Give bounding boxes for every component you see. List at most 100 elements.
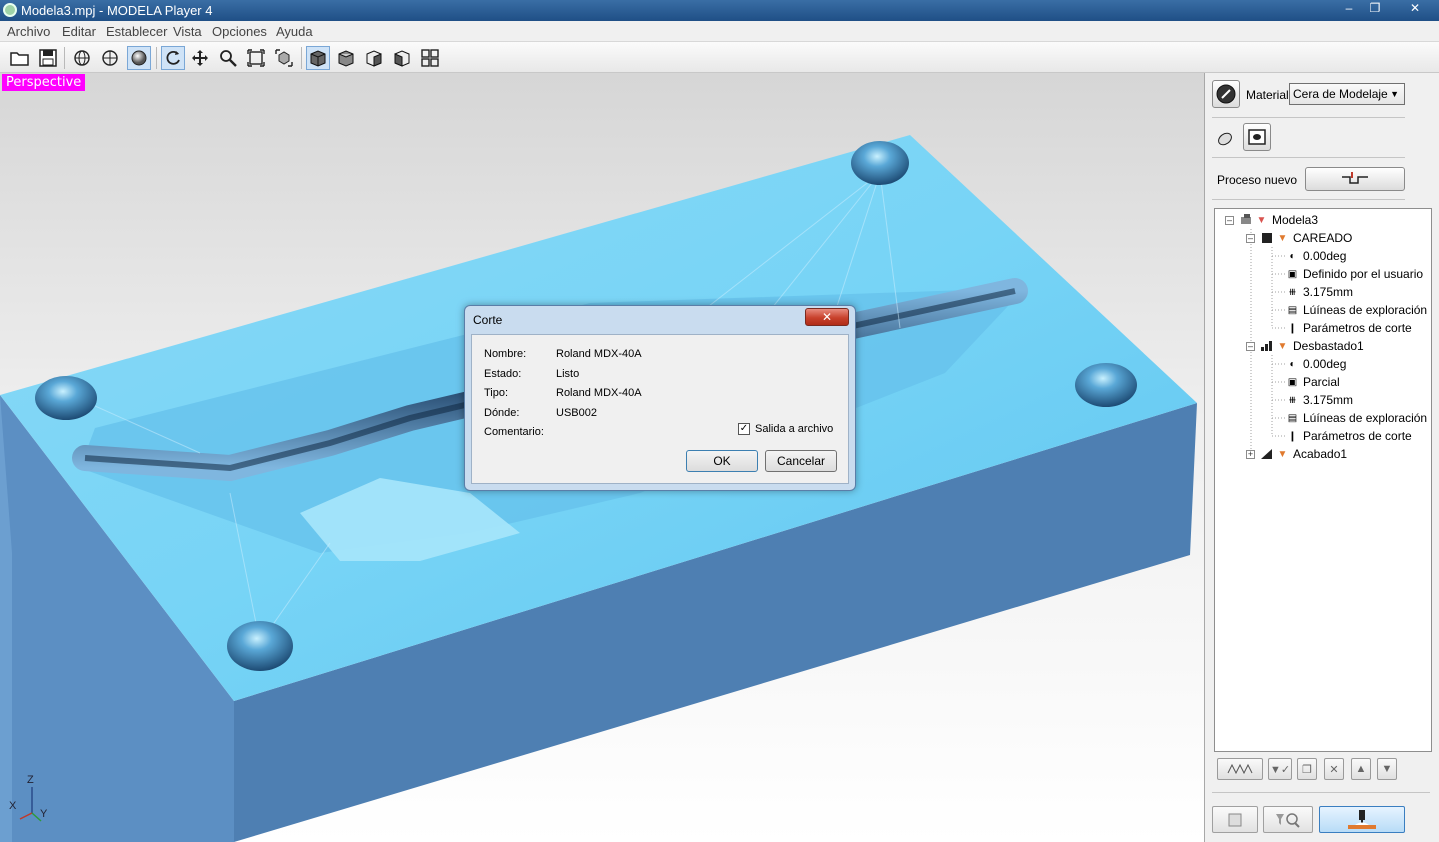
toolpath-preview-button[interactable]	[1217, 758, 1263, 780]
tree-item-area[interactable]: ▣ Parcial	[1287, 373, 1340, 391]
divider	[1212, 157, 1405, 158]
donde-value: USB002	[556, 407, 597, 419]
tree-item-params[interactable]: ❙ Parámetros de corte	[1287, 427, 1411, 445]
cut-button[interactable]	[1319, 806, 1405, 833]
menu-archivo[interactable]: Archivo	[7, 24, 50, 39]
open-folder-icon[interactable]	[8, 46, 32, 70]
cut-preview-button[interactable]	[1212, 806, 1258, 833]
salida-archivo-checkbox[interactable]: ✓ Salida a archivo	[738, 423, 833, 435]
menu-ayuda[interactable]: Ayuda	[276, 24, 313, 39]
move-down-icon[interactable]: ▼	[1377, 758, 1397, 780]
close-window-button[interactable]: ✕	[1394, 0, 1436, 18]
collapse-careado-toggle[interactable]: –	[1246, 234, 1255, 243]
tree-item-area[interactable]: ▣ Definido por el usuario	[1287, 265, 1423, 283]
roughing-icon	[1261, 341, 1272, 352]
solid-sphere-icon[interactable]	[127, 46, 151, 70]
angle-icon: ◐	[1289, 358, 1296, 370]
tree-item-desbastado[interactable]: ▼ Desbastado1	[1261, 337, 1364, 355]
desbastado-area: Parcial	[1303, 375, 1340, 389]
menu-opciones[interactable]: Opciones	[212, 24, 267, 39]
view-iso-cube-icon[interactable]	[306, 46, 330, 70]
material-select-value: Cera de Modelaje	[1293, 87, 1388, 101]
corte-dialog: Corte ✕ Nombre: Roland MDX-40A Estado: L…	[464, 305, 856, 491]
tool-diameter-icon: ⧻	[1288, 394, 1297, 406]
delete-icon[interactable]: ✕	[1324, 758, 1344, 780]
tree-item-scanlines[interactable]: ▤ Lúíneas de exploración	[1287, 301, 1427, 319]
new-process-label: Proceso nuevo	[1217, 173, 1298, 187]
menu-editar[interactable]: Editar	[62, 24, 96, 39]
tree-root-modela3[interactable]: ▼ Modela3	[1240, 211, 1318, 229]
menu-establecer[interactable]: Establecer	[106, 24, 167, 39]
maximize-button[interactable]: ❐	[1362, 0, 1388, 18]
material-settings-button[interactable]	[1212, 80, 1240, 108]
estado-label: Estado:	[484, 368, 522, 380]
tree-item-scanlines[interactable]: ▤ Lúíneas de exploración	[1287, 409, 1427, 427]
preview-search-button[interactable]	[1263, 806, 1313, 833]
workpiece-icon[interactable]	[1243, 123, 1271, 151]
material-select[interactable]: Cera de Modelaje ▼	[1289, 83, 1405, 105]
desbastado-angle: 0.00deg	[1303, 357, 1347, 371]
careado-params: Parámetros de corte	[1303, 321, 1412, 335]
surface-globe-icon[interactable]	[98, 46, 122, 70]
nombre-label: Nombre:	[484, 348, 527, 360]
divider	[1212, 117, 1405, 118]
process-options-button[interactable]: ▼✓	[1268, 758, 1292, 780]
toolbar-separator	[64, 47, 65, 69]
app-icon	[3, 3, 17, 17]
desbastado-label: Desbastado1	[1293, 339, 1364, 353]
minimize-button[interactable]: –	[1336, 0, 1362, 18]
tipo-value: Roland MDX-40A	[556, 387, 642, 399]
wireframe-globe-icon[interactable]	[70, 46, 94, 70]
toolbar	[0, 42, 1439, 73]
zoom-box-icon[interactable]	[272, 46, 296, 70]
tree-item-params[interactable]: ❙ Parámetros de corte	[1287, 319, 1412, 337]
collapse-desbastado-toggle[interactable]: –	[1246, 342, 1255, 351]
view-side-cube-icon[interactable]	[390, 46, 414, 70]
axis-y-label: Y	[40, 808, 48, 820]
careado-area: Definido por el usuario	[1303, 267, 1424, 281]
zoom-icon[interactable]	[216, 46, 240, 70]
machine-icon	[1240, 214, 1251, 226]
copy-icon[interactable]: ❐	[1297, 758, 1317, 780]
zoom-fit-icon[interactable]	[244, 46, 268, 70]
expand-acabado-toggle[interactable]: +	[1246, 450, 1255, 459]
tree-item-acabado[interactable]: ▼ Acabado1	[1261, 445, 1347, 463]
parameters-icon: ❙	[1288, 322, 1297, 334]
cancel-button[interactable]: Cancelar	[765, 450, 837, 472]
nombre-value: Roland MDX-40A	[556, 348, 642, 360]
process-panel: Material Cera de Modelaje ▼ Proceso nuev…	[1206, 73, 1439, 842]
tree-item-angle[interactable]: ◐ 0.00deg	[1287, 355, 1346, 373]
tool-icon[interactable]	[1211, 124, 1239, 152]
acabado-label: Acabado1	[1293, 447, 1348, 461]
finishing-icon	[1261, 449, 1272, 460]
tree-item-tool[interactable]: ⧻ 3.175mm	[1287, 391, 1353, 409]
four-views-icon[interactable]	[418, 46, 442, 70]
view-top-cube-icon[interactable]	[334, 46, 358, 70]
tree-item-angle[interactable]: ◐ 0.00deg	[1287, 247, 1346, 265]
checkbox-check-icon: ✓	[738, 423, 750, 435]
ok-button[interactable]: OK	[686, 450, 758, 472]
dialog-close-button[interactable]: ✕	[805, 308, 849, 326]
donde-label: Dónde:	[484, 407, 520, 419]
view-front-cube-icon[interactable]	[362, 46, 386, 70]
view-mode-label: Perspective	[2, 74, 86, 91]
menu-bar: Archivo Editar Establecer Vista Opciones…	[0, 21, 1439, 42]
desbastado-tool: 3.175mm	[1303, 393, 1354, 407]
tree-item-careado[interactable]: ▼ CAREADO	[1261, 229, 1352, 247]
save-icon[interactable]	[36, 46, 60, 70]
scanlines-icon: ▤	[1287, 304, 1298, 316]
toolbar-separator	[301, 47, 302, 69]
facing-square-icon	[1261, 233, 1272, 244]
tree-item-tool[interactable]: ⧻ 3.175mm	[1287, 283, 1353, 301]
menu-vista[interactable]: Vista	[173, 24, 202, 39]
tree-root-label: Modela3	[1272, 213, 1319, 227]
collapse-root-toggle[interactable]: –	[1225, 216, 1234, 225]
title-bar: Modela3.mpj - MODELA Player 4 – ❐ ✕	[0, 0, 1439, 21]
move-up-icon[interactable]: ▲	[1351, 758, 1371, 780]
process-tree[interactable]: – ▼ Modela3 – ▼ CAREADO ◐ 0.00deg ▣ Defi…	[1214, 208, 1432, 752]
new-process-button[interactable]	[1305, 167, 1405, 191]
estado-value: Listo	[556, 368, 580, 380]
rotate-icon[interactable]	[161, 46, 185, 70]
pan-move-icon[interactable]	[188, 46, 212, 70]
area-icon: ▣	[1287, 268, 1298, 280]
